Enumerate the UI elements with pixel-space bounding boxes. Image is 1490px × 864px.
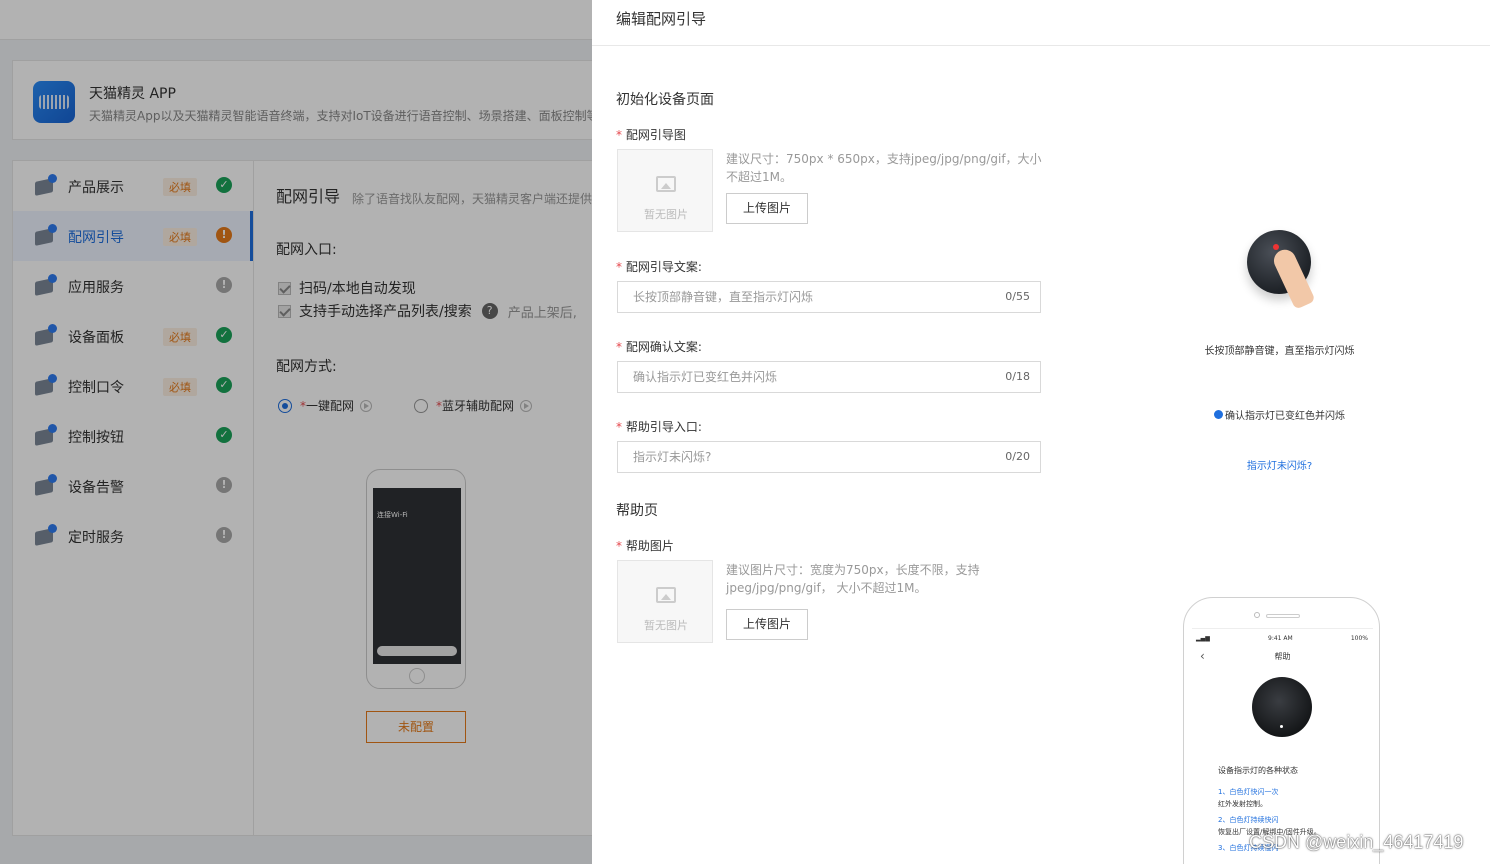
phone-header-title: 帮助 <box>1274 652 1291 661</box>
preview-confirm: 确认指示灯已变红色并闪烁 <box>1152 407 1407 422</box>
required-mark: * <box>616 420 622 434</box>
watermark: CSDN @weixin_46417419 <box>1249 832 1464 852</box>
upload-guide-image-button[interactable]: 上传图片 <box>726 193 808 224</box>
confirm-text-input[interactable] <box>618 362 998 392</box>
phone-screen: ▂▄▆ 9:41 AM 100% ‹ 帮助 设备指示灯的各种状态 1、白色灯快闪… <box>1192 628 1373 864</box>
required-mark: * <box>616 539 622 553</box>
field-label: 帮助引导入口: <box>625 420 702 434</box>
no-image-text: 暂无图片 <box>644 619 688 632</box>
drawer-header: 编辑配网引导 <box>592 0 1490 46</box>
signal-icon: ▂▄▆ <box>1196 635 1210 642</box>
help-entry-input[interactable] <box>618 442 998 472</box>
help-entry-field[interactable]: 0/20 <box>617 441 1041 473</box>
char-count: 0/20 <box>1005 450 1030 463</box>
guide-image-hint: 建议尺寸：750px * 650px，支持jpeg/jpg/png/gif，大小… <box>726 152 1042 184</box>
status-time: 9:41 AM <box>1268 635 1293 642</box>
state-2: 2、白色灯持续快闪 <box>1218 816 1279 824</box>
confirm-text-field[interactable]: 0/18 <box>617 361 1041 393</box>
guide-image-placeholder: 暂无图片 <box>617 149 713 232</box>
preview-guide-text: 长按顶部静音键，直至指示灯闪烁 <box>1204 346 1355 357</box>
help-image-hint: 建议图片尺寸：宽度为750px，长度不限，支持jpeg/jpg/png/gif，… <box>726 563 980 595</box>
help-entry-label: * 帮助引导入口: <box>616 418 702 435</box>
modal-overlay[interactable] <box>0 0 592 864</box>
checked-icon <box>1214 410 1223 419</box>
speaker-grille <box>1266 614 1300 618</box>
char-count: 0/55 <box>1005 290 1030 303</box>
state-1-desc: 红外发射控制。 <box>1218 800 1267 808</box>
edit-network-guide-drawer: 编辑配网引导 初始化设备页面 * 配网引导图 暂无图片 建议尺寸：750px *… <box>592 0 1490 864</box>
drawer-title: 编辑配网引导 <box>616 10 707 28</box>
confirm-text-label: * 配网确认文案: <box>616 338 702 355</box>
status-bar: ▂▄▆ 9:41 AM 100% <box>1196 635 1368 642</box>
image-icon <box>656 587 676 603</box>
char-count: 0/18 <box>1005 370 1030 383</box>
upload-help-image-button[interactable]: 上传图片 <box>726 609 808 640</box>
camera-icon <box>1254 612 1260 618</box>
guide-image-label: * 配网引导图 <box>616 126 686 143</box>
help-image-label: * 帮助图片 <box>616 537 674 554</box>
guide-text-label: * 配网引导文案: <box>616 258 702 275</box>
help-page-phone-preview: ▂▄▆ 9:41 AM 100% ‹ 帮助 设备指示灯的各种状态 1、白色灯快闪… <box>1183 597 1380 864</box>
section-title-init: 初始化设备页面 <box>616 92 714 108</box>
field-label: 配网引导图 <box>625 128 686 142</box>
help-image-placeholder: 暂无图片 <box>617 560 713 643</box>
section-title-help: 帮助页 <box>616 503 658 519</box>
guide-text-field[interactable]: 0/55 <box>617 281 1041 313</box>
preview-help-link: 指示灯未闪烁? <box>1246 461 1313 472</box>
required-mark: * <box>616 260 622 274</box>
image-icon <box>656 176 676 192</box>
speaker-top-image <box>1252 677 1312 737</box>
state-1: 1、白色灯快闪一次 <box>1218 788 1279 796</box>
guide-text-input[interactable] <box>618 282 998 312</box>
no-image-text: 暂无图片 <box>644 208 688 221</box>
states-title: 设备指示灯的各种状态 <box>1218 766 1298 775</box>
required-mark: * <box>616 128 622 142</box>
field-label: 帮助图片 <box>625 539 674 553</box>
field-label: 配网确认文案: <box>625 340 702 354</box>
field-label: 配网引导文案: <box>625 260 702 274</box>
preview-confirm-text: 确认指示灯已变红色并闪烁 <box>1225 411 1345 422</box>
required-mark: * <box>616 340 622 354</box>
status-battery: 100% <box>1350 635 1368 642</box>
